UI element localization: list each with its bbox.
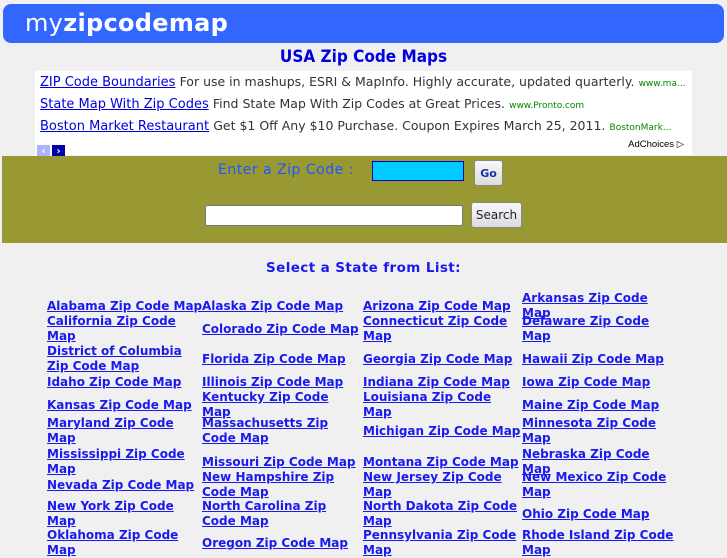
state-link[interactable]: New Mexico Zip Code Map (522, 470, 680, 500)
ad-block: ZIP Code Boundaries For use in mashups, … (35, 71, 692, 158)
state-link[interactable]: Kentucky Zip Code Map (202, 390, 360, 419)
ad-link[interactable]: Boston Market Restaurant (40, 119, 209, 134)
state-link[interactable]: Maryland Zip Code Map (47, 416, 205, 446)
state-link[interactable]: Florida Zip Code Map (202, 344, 360, 374)
ad-link[interactable]: State Map With Zip Codes (40, 97, 209, 112)
state-link[interactable]: North Carolina Zip Code Map (202, 499, 360, 529)
state-list-heading: Select a State from List: (266, 260, 461, 276)
site-logo[interactable]: myzipcodemap (25, 10, 228, 36)
state-link[interactable]: Iowa Zip Code Map (522, 374, 680, 390)
state-link[interactable]: Alabama Zip Code Map (47, 298, 205, 314)
state-link[interactable]: Delaware Zip Code Map (522, 314, 680, 343)
site-header: myzipcodemap (3, 4, 724, 43)
state-link[interactable]: Maine Zip Code Map (522, 397, 680, 413)
state-link[interactable]: Oklahoma Zip Code Map (47, 528, 205, 558)
state-link[interactable]: Indiana Zip Code Map (363, 374, 521, 390)
state-link[interactable]: North Dakota Zip Code Map (363, 499, 521, 529)
state-link[interactable]: New Jersey Zip Code Map (363, 470, 521, 500)
state-link[interactable]: Connecticut Zip Code Map (363, 314, 521, 343)
ad-text: Get $1 Off Any $10 Purchase. Coupon Expi… (213, 118, 606, 133)
go-button[interactable]: Go (474, 160, 503, 186)
search-panel (2, 156, 727, 243)
ad-item: ZIP Code Boundaries For use in mashups, … (40, 72, 690, 92)
ad-item: Boston Market Restaurant Get $1 Off Any … (40, 116, 690, 136)
site-search-input[interactable] (205, 205, 463, 226)
search-button[interactable]: Search (471, 202, 522, 228)
state-link[interactable]: Minnesota Zip Code Map (522, 416, 680, 446)
state-link[interactable]: Rhode Island Zip Code Map (522, 528, 680, 558)
zip-code-label: Enter a Zip Code : (218, 162, 354, 178)
ad-text: Find State Map With Zip Codes at Great P… (212, 96, 505, 111)
ad-navigation: ‹ › (37, 139, 67, 158)
state-link[interactable]: Illinois Zip Code Map (202, 374, 360, 390)
ad-url[interactable]: BostonMark... (610, 123, 672, 133)
state-link[interactable]: Arizona Zip Code Map (363, 298, 521, 314)
state-link[interactable]: Arkansas Zip Code Map (522, 291, 680, 320)
state-link[interactable]: Louisiana Zip Code Map (363, 390, 521, 419)
state-link[interactable]: Georgia Zip Code Map (363, 344, 521, 374)
ad-text: For use in mashups, ESRI & MapInfo. High… (179, 74, 635, 89)
state-link[interactable]: Colorado Zip Code Map (202, 321, 360, 337)
state-link[interactable]: Nevada Zip Code Map (47, 470, 205, 500)
logo-my: my (25, 9, 64, 37)
state-link[interactable]: Ohio Zip Code Map (522, 499, 680, 529)
adchoices-link[interactable]: AdChoices ▷ (628, 139, 684, 150)
ad-item: State Map With Zip Codes Find State Map … (40, 94, 690, 114)
state-link[interactable]: New York Zip Code Map (47, 499, 205, 529)
ad-link[interactable]: ZIP Code Boundaries (40, 75, 175, 90)
state-link[interactable]: New Hampshire Zip Code Map (202, 470, 360, 500)
state-link[interactable]: California Zip Code Map (47, 314, 205, 343)
state-link[interactable]: Pennsylvania Zip Code Map (363, 528, 521, 558)
ad-url[interactable]: www.ma... (639, 79, 686, 89)
state-link[interactable]: Hawaii Zip Code Map (522, 344, 680, 374)
state-link[interactable]: Oregon Zip Code Map (202, 528, 360, 558)
state-link[interactable]: District of Columbia Zip Code Map (47, 344, 205, 374)
logo-zipcodemap: zipcodemap (63, 9, 229, 37)
page-title: USA Zip Code Maps (279, 47, 448, 67)
state-link[interactable]: Idaho Zip Code Map (47, 374, 205, 390)
state-link[interactable]: Michigan Zip Code Map (363, 416, 521, 446)
zip-code-input[interactable] (372, 161, 464, 181)
state-link[interactable]: Kansas Zip Code Map (47, 397, 205, 413)
ad-url[interactable]: www.Pronto.com (509, 101, 584, 111)
state-link[interactable]: Massachusetts Zip Code Map (202, 416, 360, 446)
state-link[interactable]: Alaska Zip Code Map (202, 298, 360, 314)
